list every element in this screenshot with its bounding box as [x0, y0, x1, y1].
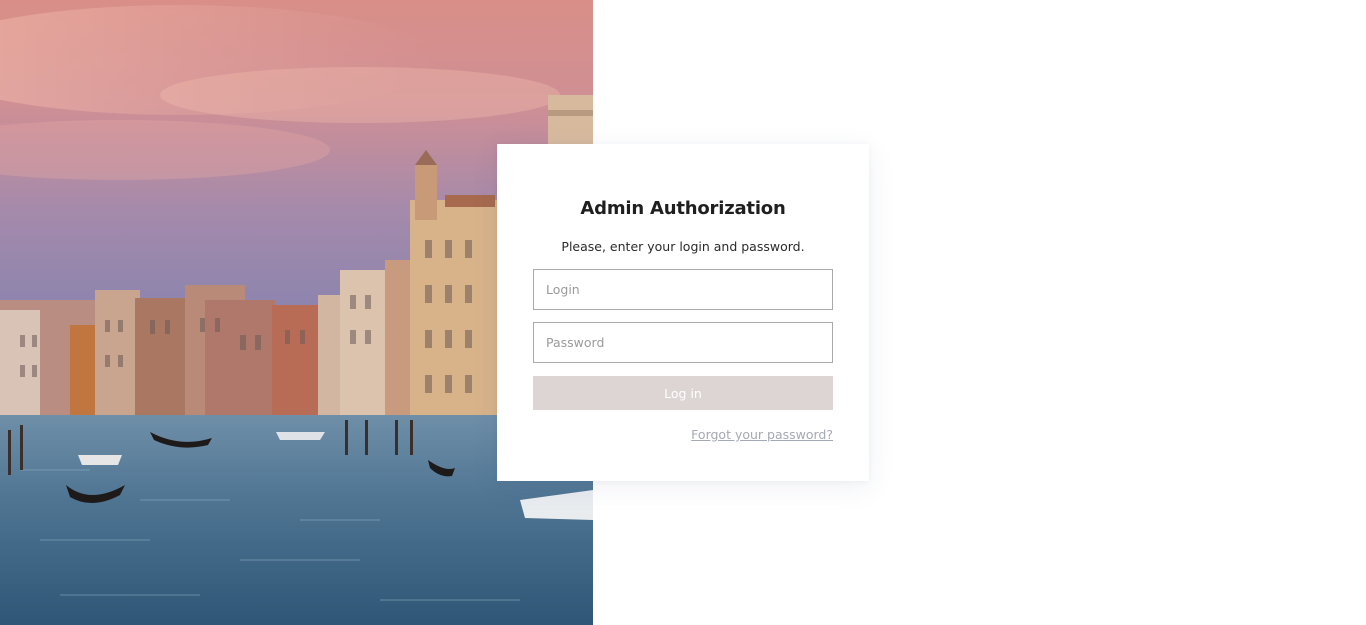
forgot-password-link[interactable]: Forgot your password?	[691, 427, 833, 442]
login-input[interactable]	[533, 269, 833, 310]
instructions-text: Please, enter your login and password.	[561, 239, 805, 254]
password-input[interactable]	[533, 322, 833, 363]
login-page: Admin Authorization Please, enter your l…	[0, 0, 1366, 625]
login-button[interactable]: Log in	[533, 376, 833, 410]
page-title: Admin Authorization	[580, 198, 786, 219]
login-card: Admin Authorization Please, enter your l…	[497, 144, 869, 481]
